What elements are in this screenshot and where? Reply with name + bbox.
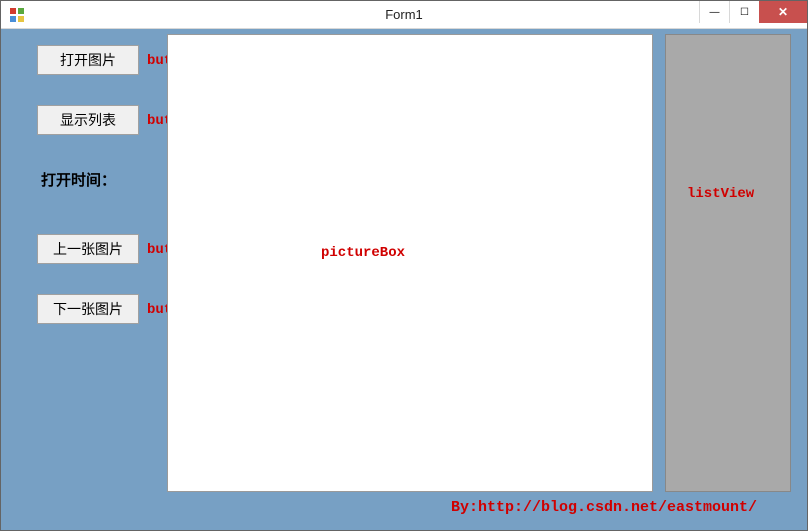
client-area: 打开图片 button1 显示列表 button2 打开时间： 上一张图片 bu… (1, 29, 807, 530)
titlebar[interactable]: Form1 — ☐ ✕ (1, 1, 807, 29)
window-title: Form1 (385, 7, 423, 22)
app-icon (9, 7, 25, 23)
minimize-button[interactable]: — (699, 1, 729, 23)
show-list-button[interactable]: 显示列表 (37, 105, 139, 135)
prev-image-button[interactable]: 上一张图片 (37, 234, 139, 264)
list-view[interactable] (665, 34, 791, 492)
annotation-picturebox: pictureBox (321, 245, 405, 261)
close-button[interactable]: ✕ (759, 1, 807, 23)
next-image-button[interactable]: 下一张图片 (37, 294, 139, 324)
window-frame: Form1 — ☐ ✕ 打开图片 button1 显示列表 button2 打开… (0, 0, 808, 531)
annotation-listview: listView (687, 186, 754, 202)
open-image-button[interactable]: 打开图片 (37, 45, 139, 75)
open-time-label: 打开时间： (41, 169, 116, 190)
credit-text: By:http://blog.csdn.net/eastmount/ (451, 499, 757, 516)
window-controls: — ☐ ✕ (699, 1, 807, 23)
picture-box (167, 34, 653, 492)
maximize-button[interactable]: ☐ (729, 1, 759, 23)
